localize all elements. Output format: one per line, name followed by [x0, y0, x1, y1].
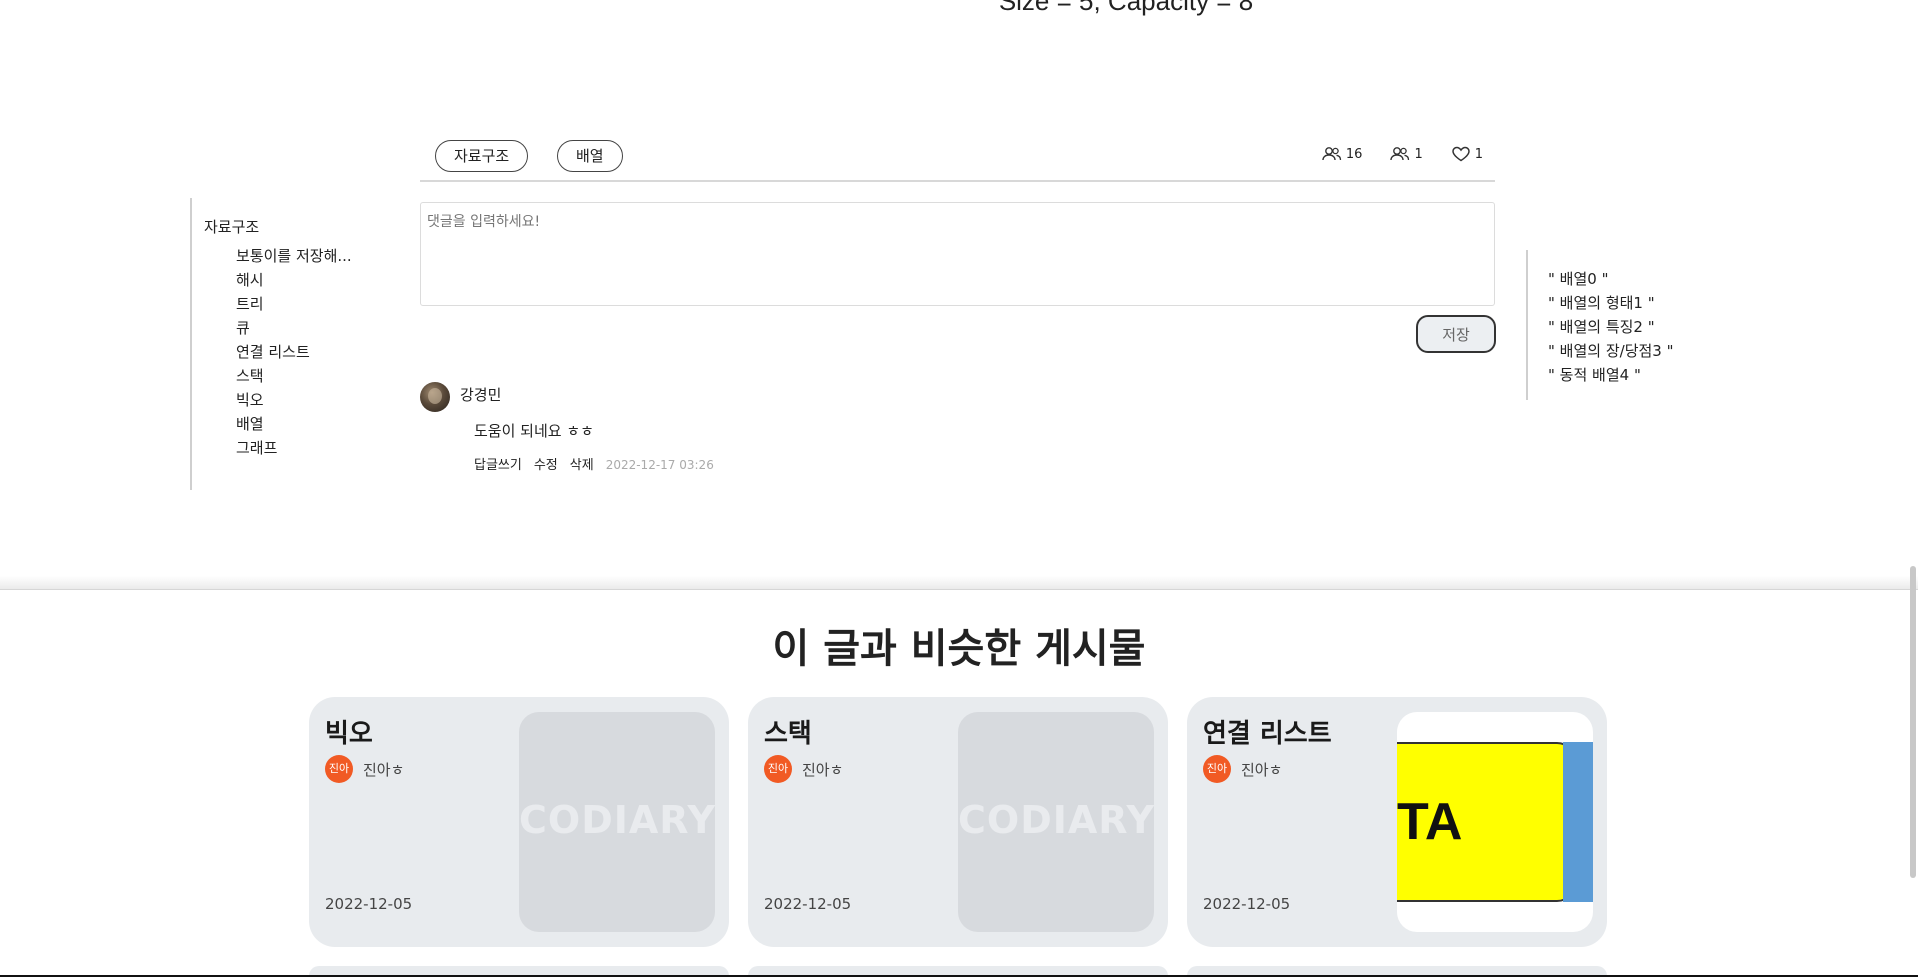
- tag-button[interactable]: 자료구조: [435, 140, 529, 172]
- toc-item[interactable]: 보통이를 저장해...: [204, 245, 379, 269]
- left-toc: 자료구조 보통이를 저장해... 해시 트리 큐 연결 리스트 스택 빅오 배열…: [190, 198, 380, 490]
- views-count: 16: [1345, 146, 1363, 162]
- thumbnail-text: TA: [1397, 793, 1463, 851]
- card-thumbnail: CODIARY: [958, 712, 1154, 932]
- card-title: 연결 리스트: [1203, 719, 1332, 749]
- scrollbar-thumb[interactable]: [1910, 566, 1916, 878]
- toc-item[interactable]: 배열: [204, 413, 379, 437]
- edit-button[interactable]: 수정: [534, 454, 558, 473]
- likes-stat[interactable]: 1: [1451, 146, 1483, 162]
- right-toc-item[interactable]: " 배열0 ": [1548, 268, 1674, 292]
- codiary-logo: CODIARY: [958, 798, 1154, 842]
- post-tag-row: 자료구조 배열 16 1 1: [420, 140, 1495, 182]
- toc-title[interactable]: 자료구조: [204, 216, 380, 237]
- heart-icon[interactable]: [1451, 146, 1471, 162]
- toc-item[interactable]: 스택: [204, 365, 379, 389]
- toc-item[interactable]: 빅오: [204, 389, 379, 413]
- card-author: 진아ㅎ: [363, 761, 405, 779]
- card-author: 진아ㅎ: [802, 761, 844, 779]
- visitors-count: 1: [1414, 146, 1423, 162]
- post-top-text: Size = 5, Capacity = 8: [998, 0, 1254, 16]
- visitors-stat: 1: [1390, 146, 1423, 162]
- similar-post-card[interactable]: 연결 리스트 진아 진아ㅎ 2022-12-05 TA: [1187, 697, 1607, 947]
- section-divider-line: [0, 589, 1918, 590]
- card-title: 스택: [764, 719, 812, 749]
- author-badge: 진아: [764, 755, 792, 783]
- users-icon: [1390, 147, 1410, 161]
- toc-item[interactable]: 연결 리스트: [204, 341, 379, 365]
- card-author: 진아ㅎ: [1241, 761, 1283, 779]
- author-badge: 진아: [1203, 755, 1231, 783]
- right-toc-item[interactable]: " 배열의 장/당점3 ": [1548, 340, 1674, 364]
- card-date: 2022-12-05: [764, 895, 852, 913]
- similar-posts-title: 이 글과 비슷한 게시물: [772, 626, 1146, 672]
- toc-item[interactable]: 트리: [204, 293, 379, 317]
- section-divider: [0, 576, 1918, 590]
- avatar: [420, 382, 450, 412]
- likes-count: 1: [1474, 146, 1483, 162]
- toc-item[interactable]: 그래프: [204, 437, 379, 461]
- right-toc-item[interactable]: " 동적 배열4 ": [1548, 364, 1674, 388]
- comment-actions: 답글쓰기 수정 삭제 2022-12-17 03:26: [474, 454, 714, 473]
- users-icon: [1322, 147, 1342, 161]
- comment-input[interactable]: [420, 202, 1495, 306]
- card-thumbnail: TA: [1397, 712, 1593, 932]
- delete-button[interactable]: 삭제: [570, 454, 594, 473]
- card-date: 2022-12-05: [1203, 895, 1291, 913]
- codiary-logo: CODIARY: [519, 798, 715, 842]
- right-toc-item[interactable]: " 배열의 형태1 ": [1548, 292, 1674, 316]
- save-comment-button[interactable]: 저장: [1416, 315, 1496, 353]
- post-stats: 16 1 1: [1322, 146, 1483, 162]
- toc-item[interactable]: 큐: [204, 317, 379, 341]
- views-stat: 16: [1322, 146, 1363, 162]
- card-title: 빅오: [325, 719, 373, 749]
- card-date: 2022-12-05: [325, 895, 413, 913]
- comment-date: 2022-12-17 03:26: [605, 458, 714, 472]
- author-badge: 진아: [325, 755, 353, 783]
- card-thumbnail: CODIARY: [519, 712, 715, 932]
- right-toc: " 배열0 " " 배열의 형태1 " " 배열의 특징2 " " 배열의 장/…: [1526, 250, 1674, 400]
- similar-post-card[interactable]: 스택 진아 진아ㅎ 2022-12-05 CODIARY: [748, 697, 1168, 947]
- comment-author: 강경민: [460, 386, 502, 404]
- right-toc-item[interactable]: " 배열의 특징2 ": [1548, 316, 1674, 340]
- thumbnail-blue-block: [1563, 742, 1593, 902]
- reply-button[interactable]: 답글쓰기: [474, 454, 522, 473]
- comment-text: 도움이 되네요 ㅎㅎ: [474, 422, 594, 440]
- toc-item[interactable]: 해시: [204, 269, 379, 293]
- tag-button[interactable]: 배열: [557, 140, 623, 172]
- similar-post-card[interactable]: 빅오 진아 진아ㅎ 2022-12-05 CODIARY: [309, 697, 729, 947]
